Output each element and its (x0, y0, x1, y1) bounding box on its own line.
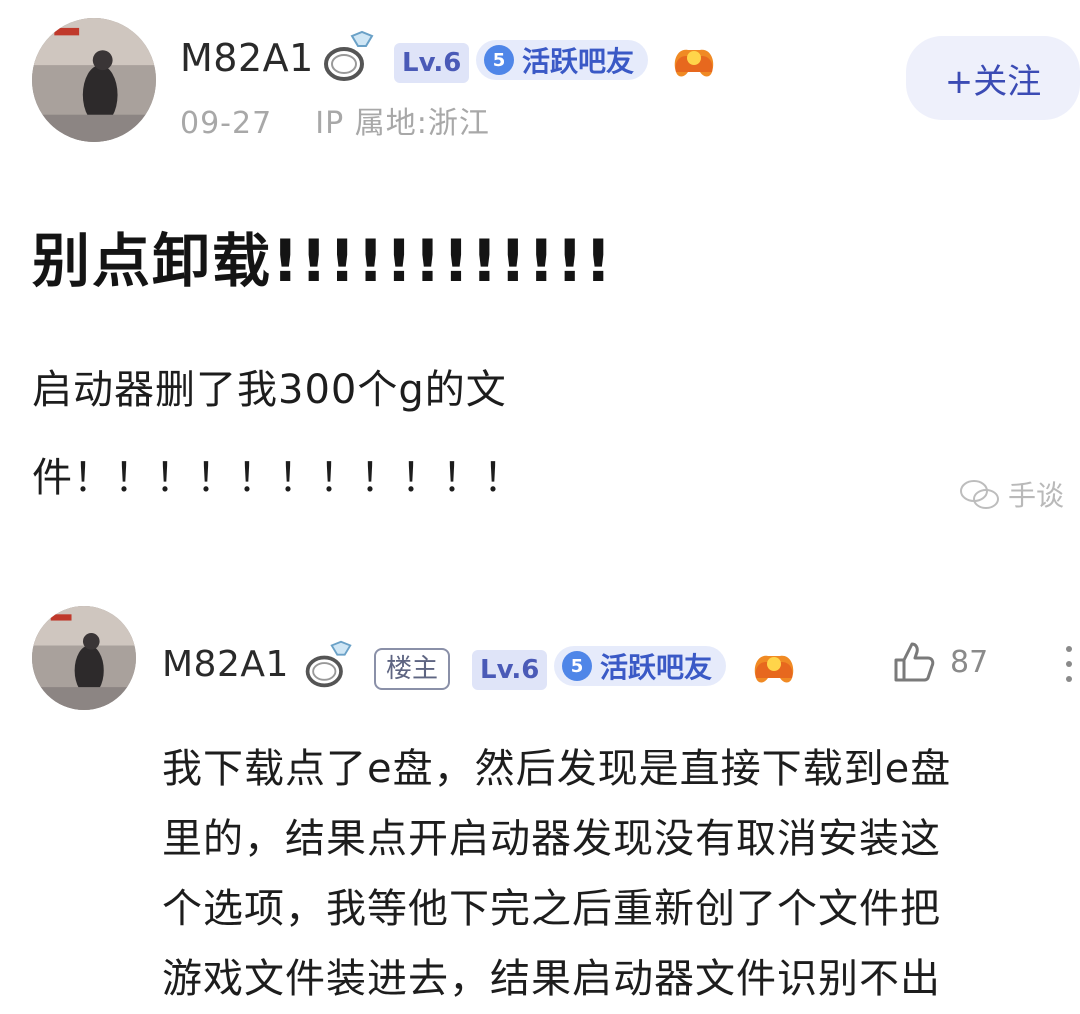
controller-icon (750, 648, 798, 688)
reply-line: 个选项，我等他下完之后重新创了个文件把 (162, 886, 941, 932)
post-body-line: 件！！！！！！！！！！！ (32, 455, 524, 501)
watermark: 手谈 (958, 474, 1064, 514)
follow-button[interactable]: +关注 (906, 36, 1080, 120)
reply-avatar[interactable] (32, 606, 136, 710)
reply-line: 游戏文件装进去，结果启动器文件识别不出 (162, 956, 941, 1002)
more-vertical-icon[interactable] (1064, 644, 1074, 684)
reply-username[interactable]: M82A1 (162, 644, 289, 685)
active-member-badge: 5 活跃吧友 (554, 646, 727, 686)
active-badge-label: 活跃吧友 (600, 651, 713, 684)
avatar-image (32, 18, 156, 142)
active-badge-number: 5 (562, 651, 592, 681)
avatar-image (32, 606, 136, 710)
active-member-badge: 5 活跃吧友 (476, 40, 649, 80)
post-body: 启动器删了我300个g的文 件！！！！！！！！！！！ (32, 346, 524, 522)
post-ip-location: IP 属地:浙江 (315, 106, 490, 141)
post-username[interactable]: M82A1 (180, 36, 314, 80)
diamond-ring-icon (300, 638, 356, 690)
like-button[interactable]: 87 (892, 640, 988, 684)
owner-badge: 楼主 (374, 648, 451, 690)
post-title: 别点卸载!!!!!!!!!!!! (32, 227, 614, 295)
active-badge-label: 活跃吧友 (522, 45, 635, 78)
post-body-line: 启动器删了我300个g的文 (32, 367, 507, 413)
reply-line: 里的，结果点开启动器发现没有取消安装这 (162, 816, 941, 862)
diamond-ring-icon (318, 28, 378, 84)
level-badge: Lv.6 (394, 43, 470, 83)
thumbs-up-icon (894, 642, 935, 682)
active-badge-number: 5 (484, 45, 514, 75)
post-date: 09-27 (180, 106, 273, 141)
controller-icon (670, 42, 718, 82)
like-count: 87 (950, 644, 989, 680)
reply-body: 我下载点了e盘，然后发现是直接下载到e盘 里的，结果点开启动器发现没有取消安装这… (162, 734, 951, 1014)
watermark-text: 手谈 (1008, 479, 1065, 512)
level-badge: Lv.6 (472, 650, 548, 690)
post-meta: 09-27 IP 属地:浙江 (180, 98, 490, 142)
reply-line: 我下载点了e盘，然后发现是直接下载到e盘 (162, 746, 952, 792)
post-avatar[interactable] (32, 18, 156, 142)
wechat-icon (960, 480, 999, 509)
